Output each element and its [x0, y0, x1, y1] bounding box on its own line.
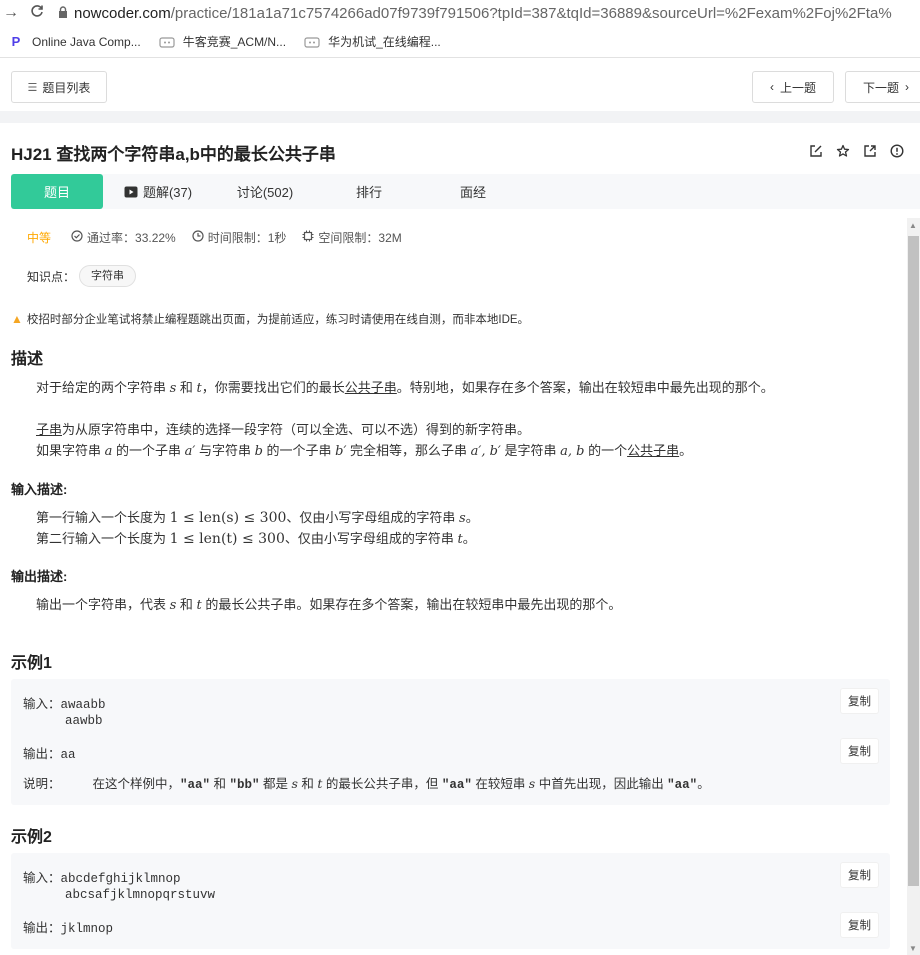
- example2-input-line2: abcsafjklmnopqrstuvw: [65, 888, 216, 902]
- knowledge-tag[interactable]: 字符串: [79, 265, 137, 287]
- back-arrow-icon[interactable]: →: [0, 4, 22, 22]
- browser-address-bar: → nowcoder.com/practice/181a1a71c7574266…: [0, 0, 920, 26]
- bookmark-nowcoder-acm[interactable]: 牛客竞赛_ACM/N...: [159, 33, 286, 50]
- nowcoder-icon: [304, 35, 320, 49]
- tab-discussion[interactable]: 讨论(502): [213, 174, 317, 209]
- description-p3: 如果字符串 a 的一个子串 a′ 与字符串 b 的一个子串 b′ 完全相等，那么…: [36, 443, 693, 459]
- scrollbar-thumb[interactable]: [908, 236, 919, 886]
- url-text[interactable]: nowcoder.com/practice/181a1a71c7574266ad…: [74, 5, 892, 22]
- example1-output-copy-button[interactable]: 复制: [841, 739, 878, 763]
- page-title: HJ21 查找两个字符串a,b中的最长公共子串: [11, 145, 336, 164]
- chevron-right-icon: ›: [905, 80, 909, 94]
- example2-heading: 示例2: [11, 829, 52, 846]
- example1-input: 输入：awaabb: [23, 697, 106, 712]
- problem-nav-bar: ☰ 题目列表 ‹ 上一题 下一题 ›: [0, 59, 920, 111]
- edit-icon[interactable]: [808, 143, 823, 158]
- space-limit: 空间限制：32M: [302, 229, 402, 246]
- star-icon[interactable]: [835, 143, 850, 158]
- difficulty-badge: 中等: [27, 231, 52, 245]
- description-p2: 子串为从原字符串中，连续的选择一段字符（可以全选、可以不选）得到的新字符串。: [36, 422, 531, 437]
- example1-heading: 示例1: [11, 655, 52, 672]
- bookmark-online-java[interactable]: P Online Java Comp...: [8, 34, 141, 49]
- nowcoder-icon: [159, 35, 175, 49]
- description-heading: 描述: [11, 351, 44, 368]
- problem-meta: 中等 通过率：33.22% 时间限制：1秒 空间限制：32M: [27, 229, 418, 246]
- tab-solutions[interactable]: 题解(37): [103, 174, 213, 209]
- video-icon: [124, 186, 138, 198]
- bookmarks-bar: P Online Java Comp... 牛客竞赛_ACM/N... 华为机试…: [0, 26, 920, 58]
- input-desc-line2: 第二行输入一个长度为 1 ≤ len(t) ≤ 300、仅由小写字母组成的字符串…: [36, 531, 476, 547]
- example1-box: 输入：awaabb aawbb 复制 输出：aa 复制 说明： 在这个样例中，"a…: [11, 679, 890, 805]
- next-problem-button[interactable]: 下一题 ›: [845, 71, 920, 103]
- example1-explanation: 说明： 在这个样例中，"aa" 和 "bb" 都是 s 和 t 的最长公共子串，但…: [23, 776, 710, 792]
- example2-output-copy-button[interactable]: 复制: [841, 913, 878, 937]
- pass-rate: 通过率：33.22%: [71, 229, 176, 246]
- example2-output: 输出：jklmnop: [23, 921, 114, 936]
- knowledge-points: 知识点： 字符串: [27, 265, 137, 287]
- tab-ranking[interactable]: 排行: [317, 174, 421, 209]
- description-p1: 对于给定的两个字符串 s 和 t，你需要找出它们的最长公共子串。特别地，如果存在…: [36, 380, 774, 396]
- example2-input: 输入：abcdefghijklmnop: [23, 871, 181, 886]
- problem-list-button[interactable]: ☰ 题目列表: [11, 71, 107, 103]
- input-desc-heading: 输入描述:: [11, 482, 68, 497]
- common-substring-link[interactable]: 公共子串: [345, 380, 397, 395]
- share-icon[interactable]: [862, 143, 877, 158]
- time-limit: 时间限制：1秒: [192, 229, 286, 246]
- bookmark-huawei[interactable]: 华为机试_在线编程...: [304, 33, 441, 50]
- title-actions: [808, 143, 904, 158]
- check-circle-icon: [71, 230, 83, 245]
- notice: ▲ 校招时部分企业笔试将禁止编程题跳出页面，为提前适应，练习时请使用在线自测，而…: [11, 312, 530, 326]
- info-icon[interactable]: [889, 143, 904, 158]
- lock-icon[interactable]: [52, 5, 74, 21]
- chevron-left-icon: ‹: [769, 80, 774, 94]
- p-logo-icon: P: [11, 34, 21, 49]
- substring-link[interactable]: 子串: [36, 422, 62, 437]
- tab-interview[interactable]: 面经: [421, 174, 525, 209]
- refresh-icon[interactable]: [22, 4, 52, 23]
- tab-problem[interactable]: 题目: [11, 174, 103, 209]
- output-desc-heading: 输出描述:: [11, 569, 68, 584]
- list-icon: ☰: [27, 81, 38, 94]
- example1-input-line2: aawbb: [65, 714, 103, 728]
- input-desc-line1: 第一行输入一个长度为 1 ≤ len(s) ≤ 300、仅由小写字母组成的字符串…: [36, 510, 479, 526]
- example2-box: 输入：abcdefghijklmnop abcsafjklmnopqrstuvw…: [11, 853, 890, 949]
- scroll-up-arrow-icon[interactable]: ▲: [909, 221, 917, 230]
- problem-tabs: 题目 题解(37) 讨论(502) 排行 面经: [11, 174, 920, 209]
- output-desc-line: 输出一个字符串，代表 s 和 t 的最长公共子串。如果存在多个答案，输出在较短串…: [36, 597, 622, 613]
- chip-icon: [302, 230, 314, 245]
- scroll-down-arrow-icon[interactable]: ▼: [909, 944, 917, 953]
- section-divider: [0, 111, 920, 123]
- clock-icon: [192, 230, 204, 245]
- prev-problem-button[interactable]: ‹ 上一题: [752, 71, 834, 103]
- example1-output: 输出：aa: [23, 747, 76, 762]
- example2-input-copy-button[interactable]: 复制: [841, 863, 878, 887]
- example1-input-copy-button[interactable]: 复制: [841, 689, 878, 713]
- common-substring-link-2[interactable]: 公共子串: [627, 443, 679, 458]
- warning-icon: ▲: [11, 312, 23, 326]
